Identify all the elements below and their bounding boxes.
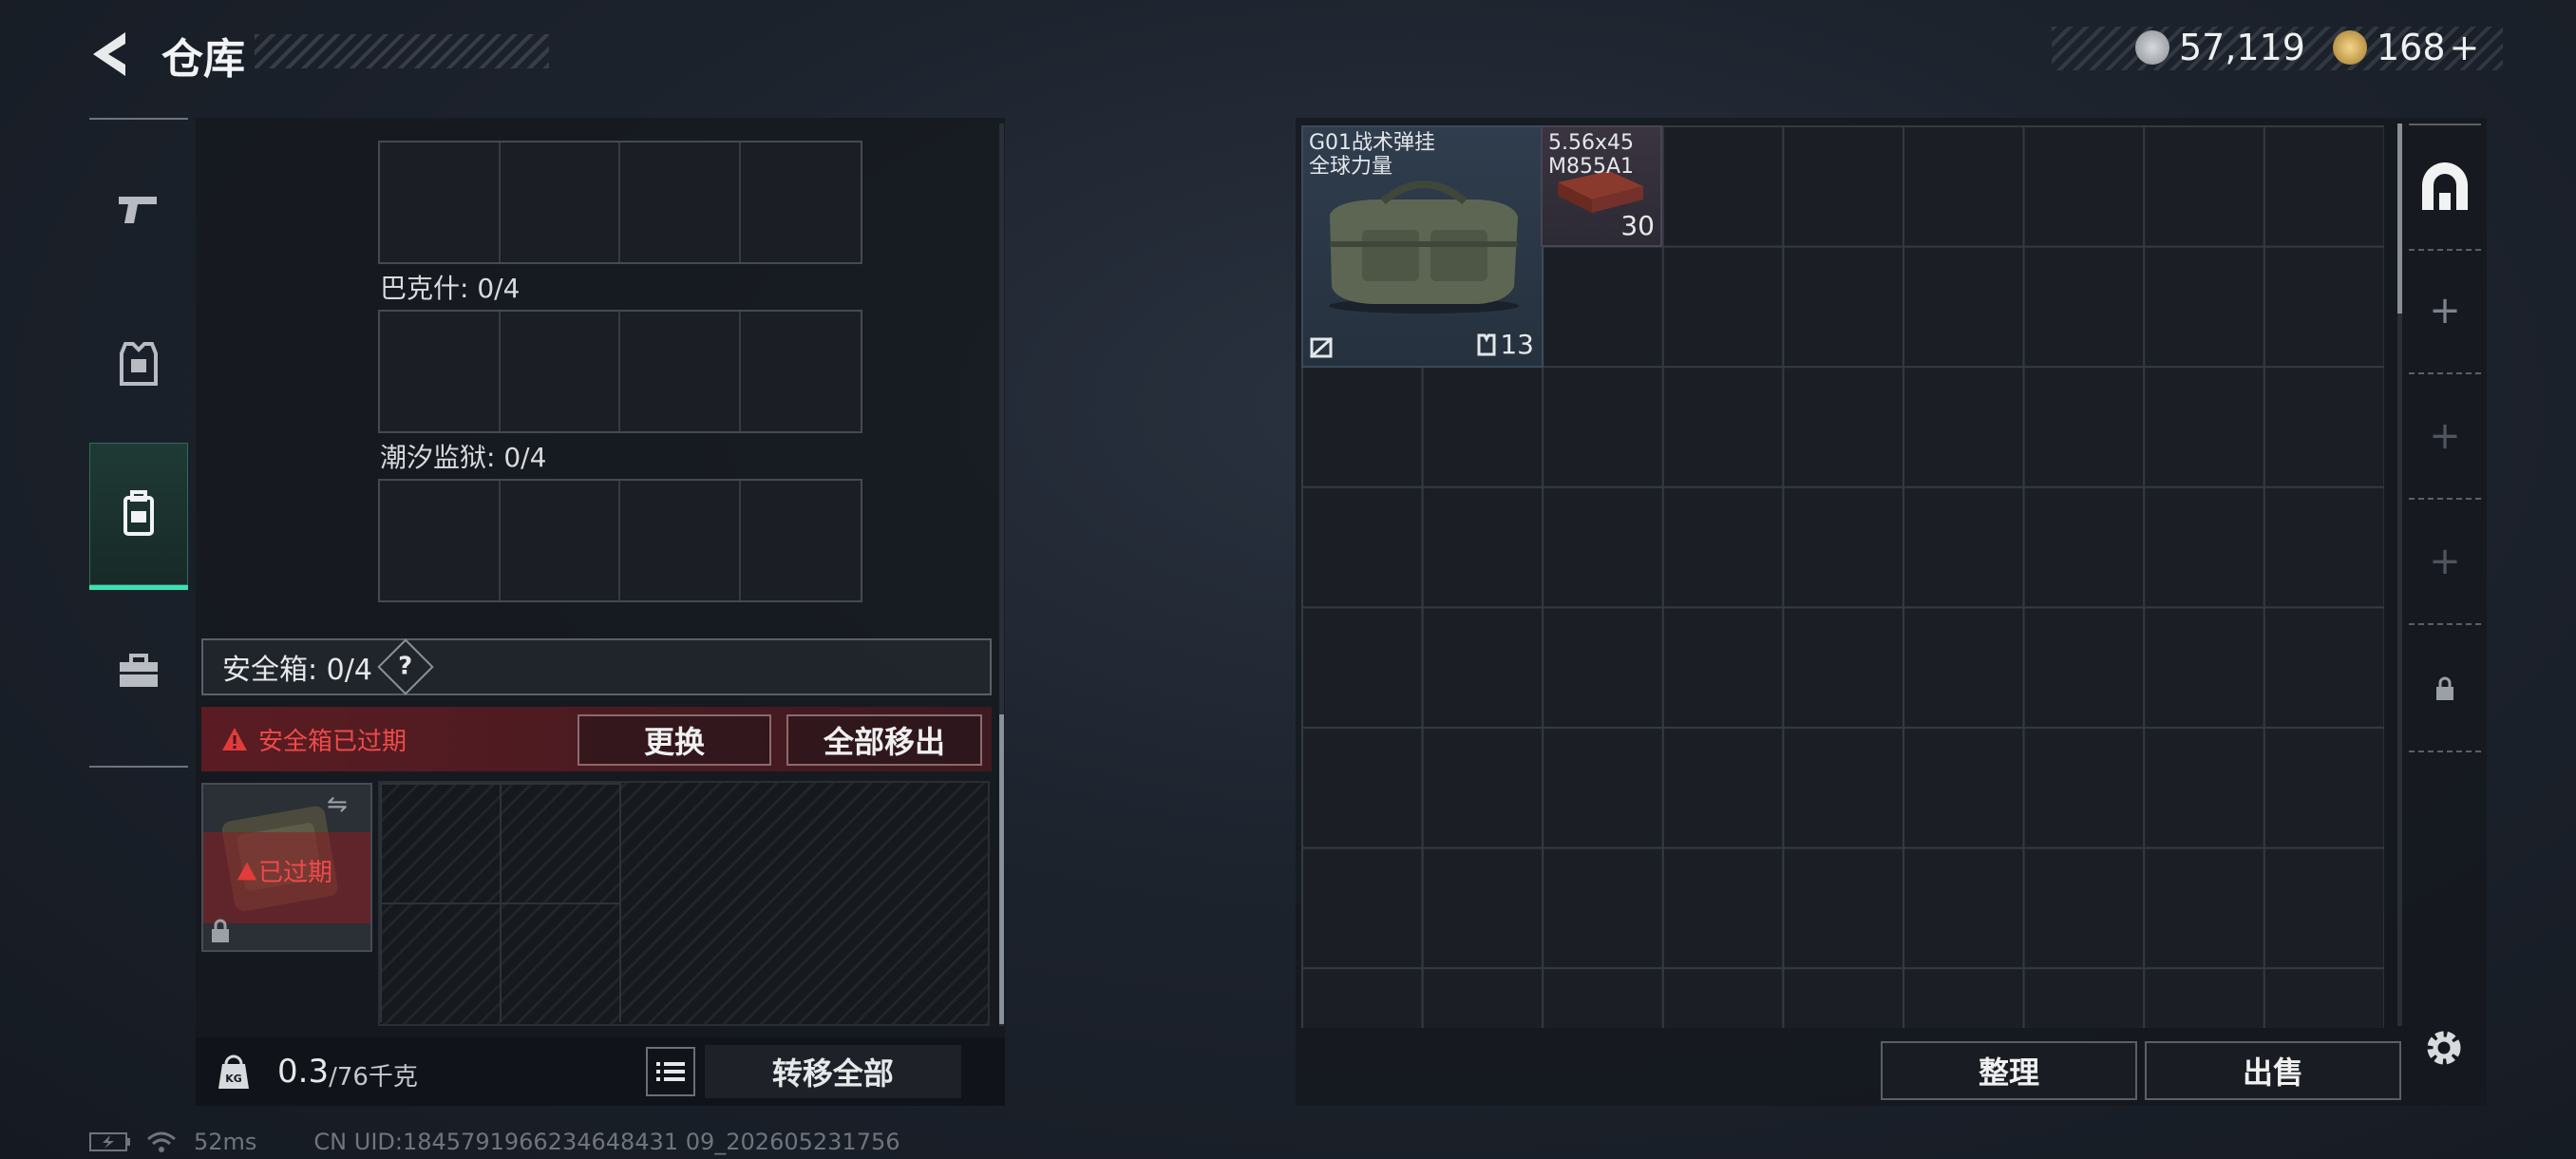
list-icon (655, 1062, 685, 1081)
gun-icon (119, 197, 157, 223)
status-bar: 52ms CN UID:1845791966234648431 09_20260… (89, 1129, 900, 1155)
section-label-bakeshi: 巴克什: 0/4 (380, 273, 521, 304)
nav-armor[interactable] (89, 293, 188, 435)
stash-grid[interactable]: G01战术弹挂 全球力量 13 5.56x45 M855A1 30 (1301, 125, 2384, 1028)
lock-icon (212, 919, 229, 942)
expired-badge: 已过期 (236, 853, 332, 888)
gold-currency-value: 168 (2377, 27, 2446, 68)
weight-current: 0.3 (277, 1053, 330, 1091)
stash-tabs: + + + (2409, 124, 2481, 770)
move-all-out-button[interactable]: 全部移出 (786, 714, 982, 766)
item-g01-tactical-rig[interactable]: G01战术弹挂 全球力量 13 (1301, 125, 1544, 368)
stash-home-icon (2422, 162, 2468, 210)
safebox-item[interactable]: ⇋ 已过期 (201, 783, 372, 952)
slot-grid-top[interactable] (378, 141, 862, 264)
back-arrow-icon (93, 32, 125, 76)
silver-currency: 57,119 (2135, 27, 2305, 68)
category-nav (89, 118, 188, 768)
transfer-all-button[interactable]: 转移全部 (704, 1045, 961, 1098)
svg-text:KG: KG (225, 1073, 242, 1085)
warning-icon (222, 728, 247, 750)
list-view-button[interactable] (645, 1047, 695, 1096)
title-decoration (255, 34, 549, 68)
safebox-header: 安全箱: 0/4 ? (201, 638, 992, 695)
section-label-tidal-prison: 潮汐监狱: 0/4 (380, 442, 547, 473)
weight-max: /76千克 (329, 1062, 418, 1092)
item-count: 30 (1620, 210, 1655, 241)
add-currency-icon[interactable]: + (2450, 27, 2480, 68)
back-button[interactable] (87, 28, 139, 80)
armor-vest-icon (120, 342, 158, 386)
sort-button[interactable]: 整理 (1881, 1041, 2137, 1100)
ping-value: 52ms (194, 1129, 257, 1155)
toolbox-icon (120, 654, 158, 687)
nav-backpack[interactable] (89, 443, 188, 590)
expired-text: 安全箱已过期 (258, 727, 407, 756)
uid-text: CN UID:1845791966234648431 09_2026052317… (313, 1129, 900, 1155)
settings-gear-icon[interactable] (2420, 1024, 2468, 1072)
plus-icon: + (2429, 414, 2461, 458)
backpack-icon (123, 490, 154, 536)
stash-tab-main[interactable] (2409, 124, 2481, 251)
right-scrollbar-thumb[interactable] (2397, 124, 2402, 314)
replace-button[interactable]: 更换 (578, 714, 771, 766)
item-durability: 13 (1477, 329, 1534, 360)
nav-weapons[interactable] (89, 139, 188, 281)
battery-icon (89, 1132, 130, 1151)
wifi-icon (147, 1131, 176, 1152)
lock-icon (2436, 676, 2453, 700)
silver-currency-value: 57,119 (2179, 27, 2305, 68)
armor-durability-icon (1477, 333, 1496, 355)
left-scrollbar-thumb[interactable] (999, 714, 1004, 1024)
sell-button[interactable]: 出售 (2145, 1041, 2401, 1100)
item-name: 5.56x45 M855A1 (1548, 131, 1635, 179)
page-title: 仓库 (161, 35, 245, 84)
stash-tab-add-2[interactable]: + (2409, 374, 2481, 500)
backpack-footer: KG 0.3 /76千克 转移全部 (196, 1037, 1005, 1106)
nav-toolbox[interactable] (89, 600, 188, 743)
slot-grid-bakeshi[interactable] (378, 310, 862, 433)
warning-icon (237, 862, 257, 880)
gold-coin-icon (2333, 30, 2367, 65)
help-icon[interactable]: ? (377, 638, 434, 695)
item-name: G01战术弹挂 全球力量 (1309, 131, 1436, 179)
slot-grid-tidal-prison[interactable] (378, 479, 862, 602)
stash-tab-locked[interactable] (2409, 627, 2481, 752)
plus-icon: + (2429, 289, 2461, 332)
no-insure-icon (1309, 336, 1334, 359)
plus-icon: + (2429, 540, 2461, 583)
weight-icon: KG (218, 1054, 249, 1089)
stash-tab-add-1[interactable]: + (2409, 249, 2481, 374)
item-ammo-m855a1[interactable]: 5.56x45 M855A1 30 (1541, 125, 1662, 247)
safebox-slot-grid[interactable] (378, 781, 990, 1026)
silver-coin-icon (2135, 30, 2169, 65)
safebox-title: 安全箱: 0/4 (222, 654, 372, 687)
stash-tab-add-3[interactable]: + (2409, 500, 2481, 625)
gold-currency[interactable]: 168 + (2333, 27, 2479, 68)
duffel-bag-image (1329, 180, 1519, 314)
swap-icon[interactable]: ⇋ (327, 790, 348, 819)
